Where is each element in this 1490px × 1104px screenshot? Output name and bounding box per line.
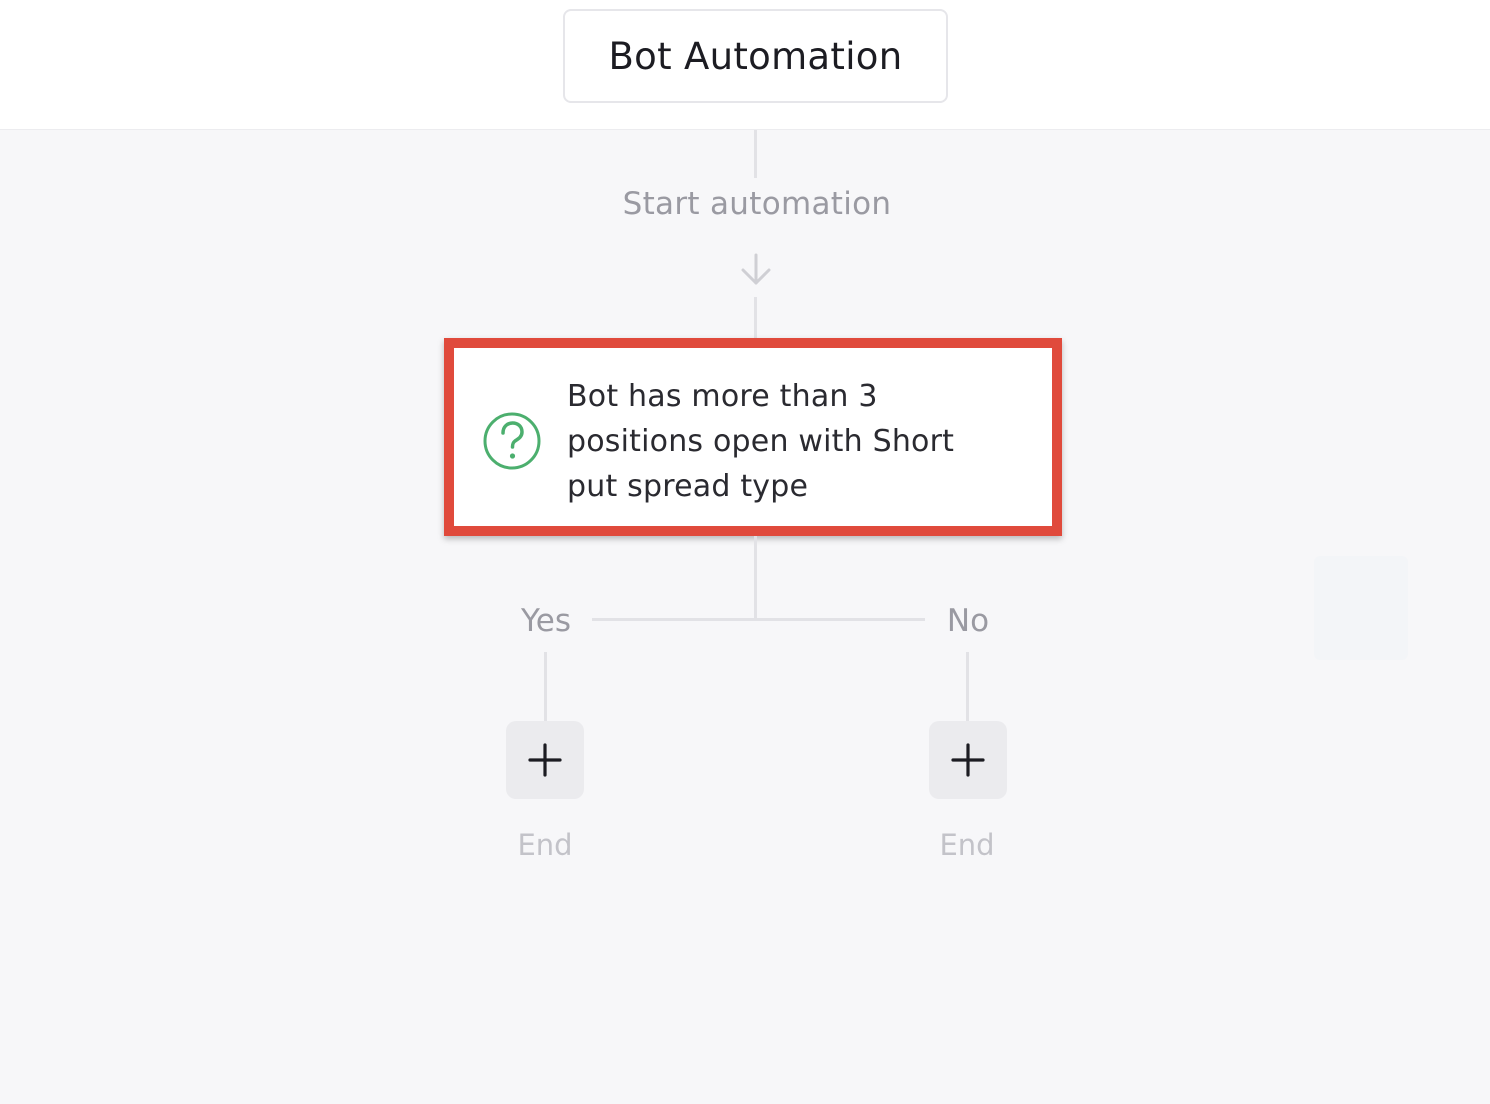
- condition-step-card[interactable]: Bot has more than 3 positions open with …: [454, 348, 1052, 526]
- arrow-down-icon: [741, 253, 771, 285]
- yes-branch-label: Yes: [520, 603, 572, 639]
- branch-line-right: [755, 618, 925, 621]
- connector-line: [544, 652, 547, 722]
- question-circle-icon: [483, 412, 541, 470]
- plus-icon: [951, 743, 985, 777]
- condition-step-highlight[interactable]: Bot has more than 3 positions open with …: [444, 338, 1062, 536]
- branch-line-left: [592, 618, 755, 621]
- connector-line: [754, 297, 757, 339]
- no-end-label: End: [939, 828, 995, 862]
- start-automation-label: Start automation: [622, 186, 892, 222]
- yes-add-step-button[interactable]: [506, 721, 584, 799]
- yes-end-label: End: [517, 828, 573, 862]
- plus-icon: [528, 743, 562, 777]
- connector-line: [754, 130, 757, 178]
- condition-text: Bot has more than 3 positions open with …: [567, 379, 955, 504]
- connector-line: [966, 652, 969, 722]
- no-branch-label: No: [946, 603, 990, 639]
- faint-background-shape: [1314, 556, 1408, 660]
- header-bar: Bot Automation: [0, 0, 1490, 130]
- no-add-step-button[interactable]: [929, 721, 1007, 799]
- bot-automation-title-button[interactable]: Bot Automation: [563, 9, 948, 103]
- connector-line: [754, 536, 757, 620]
